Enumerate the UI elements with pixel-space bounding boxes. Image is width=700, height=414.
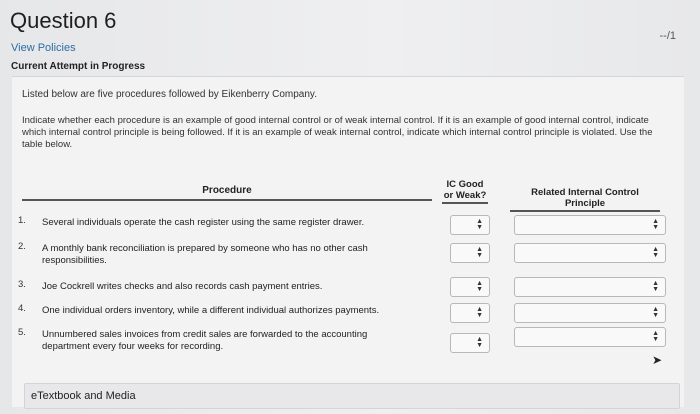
up-down-chevron-icon: ▲ ▼ <box>476 246 483 259</box>
up-down-chevron-icon: ▲ ▼ <box>652 330 659 343</box>
procedure-text: Several individuals operate the cash reg… <box>42 217 365 228</box>
header-procedure: Procedure <box>22 177 432 201</box>
ic-good-weak-select[interactable]: ▲ ▼ <box>450 243 490 263</box>
up-down-chevron-icon: ▲ ▼ <box>476 218 483 231</box>
procedure-text: Joe Cockrell writes checks and also reco… <box>42 281 323 292</box>
row-number: 2. <box>18 241 26 252</box>
ic-good-weak-select[interactable]: ▲ ▼ <box>450 277 490 297</box>
principle-select[interactable]: ▲ ▼ <box>514 303 666 323</box>
row-number: 4. <box>18 303 26 314</box>
ic-good-weak-select[interactable]: ▲ ▼ <box>450 303 490 323</box>
principle-select[interactable]: ▲ ▼ <box>514 243 666 263</box>
principle-select[interactable]: ▲ ▼ <box>514 215 666 235</box>
question-page: Question 6 --/1 View Policies Current At… <box>0 0 700 414</box>
up-down-chevron-icon: ▲ ▼ <box>652 306 659 319</box>
principle-select[interactable]: ▲ ▼ <box>514 327 666 347</box>
question-title: Question 6 <box>10 8 117 33</box>
ic-good-weak-select[interactable]: ▲ ▼ <box>450 215 490 235</box>
procedure-text: One individual orders inventory, while a… <box>42 305 380 316</box>
procedure-text: Unnumbered sales invoices from credit sa… <box>42 329 368 352</box>
principle-select[interactable]: ▲ ▼ <box>514 277 666 297</box>
row-number: 1. <box>18 215 26 226</box>
procedure-text: A monthly bank reconciliation is prepare… <box>42 243 368 266</box>
pointer-cursor-icon: ➤ <box>652 353 663 367</box>
ic-good-weak-select[interactable]: ▲ ▼ <box>450 333 490 353</box>
score-indicator: --/1 <box>659 30 677 42</box>
row-number: 3. <box>18 279 26 290</box>
question-intro: Listed below are five procedures followe… <box>22 89 317 100</box>
up-down-chevron-icon: ▲ ▼ <box>476 336 483 349</box>
etextbook-media-link[interactable]: eTextbook and Media <box>24 383 680 409</box>
row-number: 5. <box>18 327 26 338</box>
up-down-chevron-icon: ▲ ▼ <box>652 218 659 231</box>
up-down-chevron-icon: ▲ ▼ <box>476 306 483 319</box>
attempt-status: Current Attempt in Progress <box>11 61 146 72</box>
view-policies-link[interactable]: View Policies <box>11 42 76 54</box>
up-down-chevron-icon: ▲ ▼ <box>652 280 659 293</box>
header-ic-good-weak: IC Good or Weak? <box>442 179 488 204</box>
up-down-chevron-icon: ▲ ▼ <box>652 246 659 259</box>
up-down-chevron-icon: ▲ ▼ <box>476 280 483 293</box>
question-instructions: Indicate whether each procedure is an ex… <box>22 115 653 150</box>
question-card: Listed below are five procedures followe… <box>12 76 684 409</box>
header-related-principle: Related Internal Control Principle <box>510 187 660 212</box>
